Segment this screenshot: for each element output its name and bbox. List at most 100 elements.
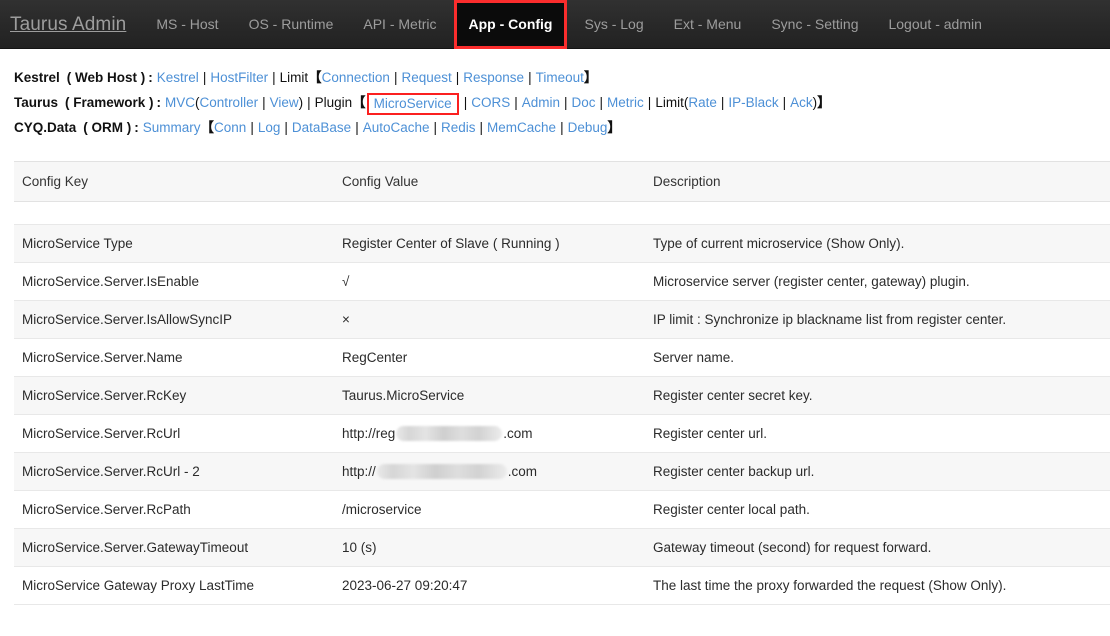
link-paren: ) (298, 95, 304, 110)
cell-description: IP limit : Synchronize ip blackname list… (653, 312, 1007, 327)
cell-config-value: Taurus.MicroService (342, 388, 465, 403)
table-row: MicroService.Server.IsAllowSyncIP × IP lim… (14, 300, 1110, 339)
cell-config-value: 10 (s) (342, 540, 377, 555)
nav-item-ms-host[interactable]: MS - Host (141, 0, 233, 49)
nav-item-sys-log[interactable]: Sys - Log (569, 0, 658, 49)
config-table-body: MicroService Type Register Center of Slav… (14, 201, 1110, 605)
value-suffix: .com (507, 464, 538, 479)
link-separator: | (599, 95, 604, 110)
table-row: MicroService.Server.RcKey Taurus.MicroSer… (14, 376, 1110, 415)
link-metric[interactable]: Metric (607, 95, 644, 110)
link-kestrel[interactable]: Kestrel (157, 70, 199, 85)
link-timeout[interactable]: Timeout (536, 70, 584, 85)
cell-description: Register center local path. (653, 502, 810, 517)
table-row: MicroService Gateway Proxy LastTime 2023-… (14, 566, 1110, 605)
table-row: MicroService.Server.RcPath/microservice R… (14, 490, 1110, 529)
config-table-head: Config Key Config Value Description (14, 161, 1110, 202)
table-spacer-cell (14, 201, 1110, 225)
link-microservice[interactable]: MicroService (374, 96, 452, 111)
link-bracket: 】 (817, 95, 831, 110)
link-view[interactable]: View (270, 95, 299, 110)
group-label-taurus: Taurus (14, 95, 59, 110)
cell-config-value: http:// .com (334, 453, 645, 491)
link-separator: | (202, 70, 207, 85)
link-separator: | (720, 95, 725, 110)
link-separator: | (560, 120, 564, 135)
link-separator: | (564, 95, 568, 110)
config-table: Config Key Config Value Description Micr… (14, 161, 1110, 605)
nav-item-sync-setting[interactable]: Sync - Setting (756, 0, 873, 49)
cell-config-key: MicroService.Server.RcUrl (22, 426, 181, 441)
link-bracket: 【 (200, 120, 215, 135)
link-debug[interactable]: Debug (568, 120, 608, 135)
highlight-box-microservice[interactable]: MicroService (366, 93, 459, 115)
nav-item-app-config[interactable]: App - Config (453, 0, 568, 49)
group-colon-taurus: : (156, 95, 162, 110)
link-summary[interactable]: Summary (143, 120, 201, 135)
link-separator: | (647, 95, 652, 110)
cell-config-value: /microservice (342, 502, 422, 517)
link-row-taurus: Taurus( Framework ): MVC(Controller | View)… (14, 90, 1110, 115)
link-mvc[interactable]: MVC (165, 95, 195, 110)
table-row: MicroService.Server.RcUrl http://reg .com R… (14, 414, 1110, 453)
brand-logo[interactable]: Taurus Admin (0, 0, 141, 48)
link-memcache[interactable]: MemCache (487, 120, 556, 135)
navbar-items: MS - Host OS - Runtime API - Metric App - C… (141, 0, 997, 49)
cell-description: Register center backup url. (653, 464, 815, 479)
link-hostfilter[interactable]: HostFilter (210, 70, 268, 85)
group-sublabel-kestrel: ( Web Host ) (66, 70, 146, 85)
group-colon-kestrel: : (148, 70, 153, 85)
link-log[interactable]: Log (258, 120, 281, 135)
link-controller[interactable]: Controller (200, 95, 259, 110)
redacted-value-block (396, 426, 503, 441)
cell-config-key: MicroService.Server.RcPath (22, 502, 191, 517)
link-autocache[interactable]: AutoCache (363, 120, 430, 135)
link-ack[interactable]: Ack (790, 95, 813, 110)
nav-item-ext-menu[interactable]: Ext - Menu (659, 0, 757, 49)
table-row: MicroService.Server.IsEnable √ Microservic… (14, 262, 1110, 301)
nav-item-os-runtime[interactable]: OS - Runtime (234, 0, 349, 49)
nav-item-logout-admin[interactable]: Logout - admin (873, 0, 996, 49)
column-header-config-value: Config Value (334, 161, 645, 202)
link-response[interactable]: Response (463, 70, 524, 85)
table-row: MicroService Type Register Center of Slav… (14, 224, 1110, 263)
cell-description: Server name. (653, 350, 735, 365)
cell-config-value: Register Center of Slave ( Running ) (342, 236, 560, 251)
cell-config-key: MicroService Gateway Proxy LastTime (22, 578, 255, 593)
link-cors[interactable]: CORS (471, 95, 510, 110)
link-rate[interactable]: Rate (688, 95, 717, 110)
link-separator: | (307, 95, 311, 110)
group-label-kestrel: Kestrel (14, 70, 60, 85)
link-doc[interactable]: Doc (572, 95, 596, 110)
cell-description: Register center secret key. (653, 388, 813, 403)
cell-config-key: MicroService.Server.RcUrl - 2 (22, 464, 200, 479)
link-database[interactable]: DataBase (292, 120, 351, 135)
config-table-container: Config Key Config Value Description Micr… (0, 161, 1110, 605)
link-request[interactable]: Request (401, 70, 451, 85)
nav-item-api-metric[interactable]: API - Metric (348, 0, 451, 49)
cell-description: Type of current microservice (Show Only)… (653, 236, 905, 251)
link-separator: | (272, 70, 276, 85)
link-row-cyqdata: CYQ.Data( ORM ): Summary【Conn | Log | DataBas… (14, 115, 1110, 140)
link-ip-black[interactable]: IP-Black (728, 95, 778, 110)
value-suffix: .com (503, 426, 533, 441)
cell-config-value: 2023-06-27 09:20:47 (342, 578, 468, 593)
table-row: MicroService.Server.RcUrl - 2 http:// .com… (14, 452, 1110, 491)
cell-config-key: MicroService.Server.IsEnable (22, 274, 200, 289)
link-conn[interactable]: Conn (214, 120, 246, 135)
link-list-taurus: MVC(Controller | View) | Plugin【 MicroService… (165, 93, 831, 115)
config-link-groups: Kestrel( Web Host ): Kestrel | HostFilter | L… (0, 49, 1110, 140)
table-header-row: Config Key Config Value Description (14, 161, 1110, 202)
link-plain-limit: Limit (655, 95, 684, 110)
cell-config-key: MicroService.Server.IsAllowSyncIP (22, 312, 233, 327)
link-separator: | (262, 95, 266, 110)
link-connection[interactable]: Connection (322, 70, 390, 85)
link-bracket: 【 (308, 70, 322, 85)
cell-config-value: √ (342, 274, 350, 289)
value-prefix: http:// (342, 464, 376, 479)
link-admin[interactable]: Admin (522, 95, 560, 110)
link-separator: | (479, 120, 484, 135)
redacted-value-block (376, 464, 507, 479)
link-redis[interactable]: Redis (441, 120, 476, 135)
column-header-config-key: Config Key (14, 161, 334, 202)
